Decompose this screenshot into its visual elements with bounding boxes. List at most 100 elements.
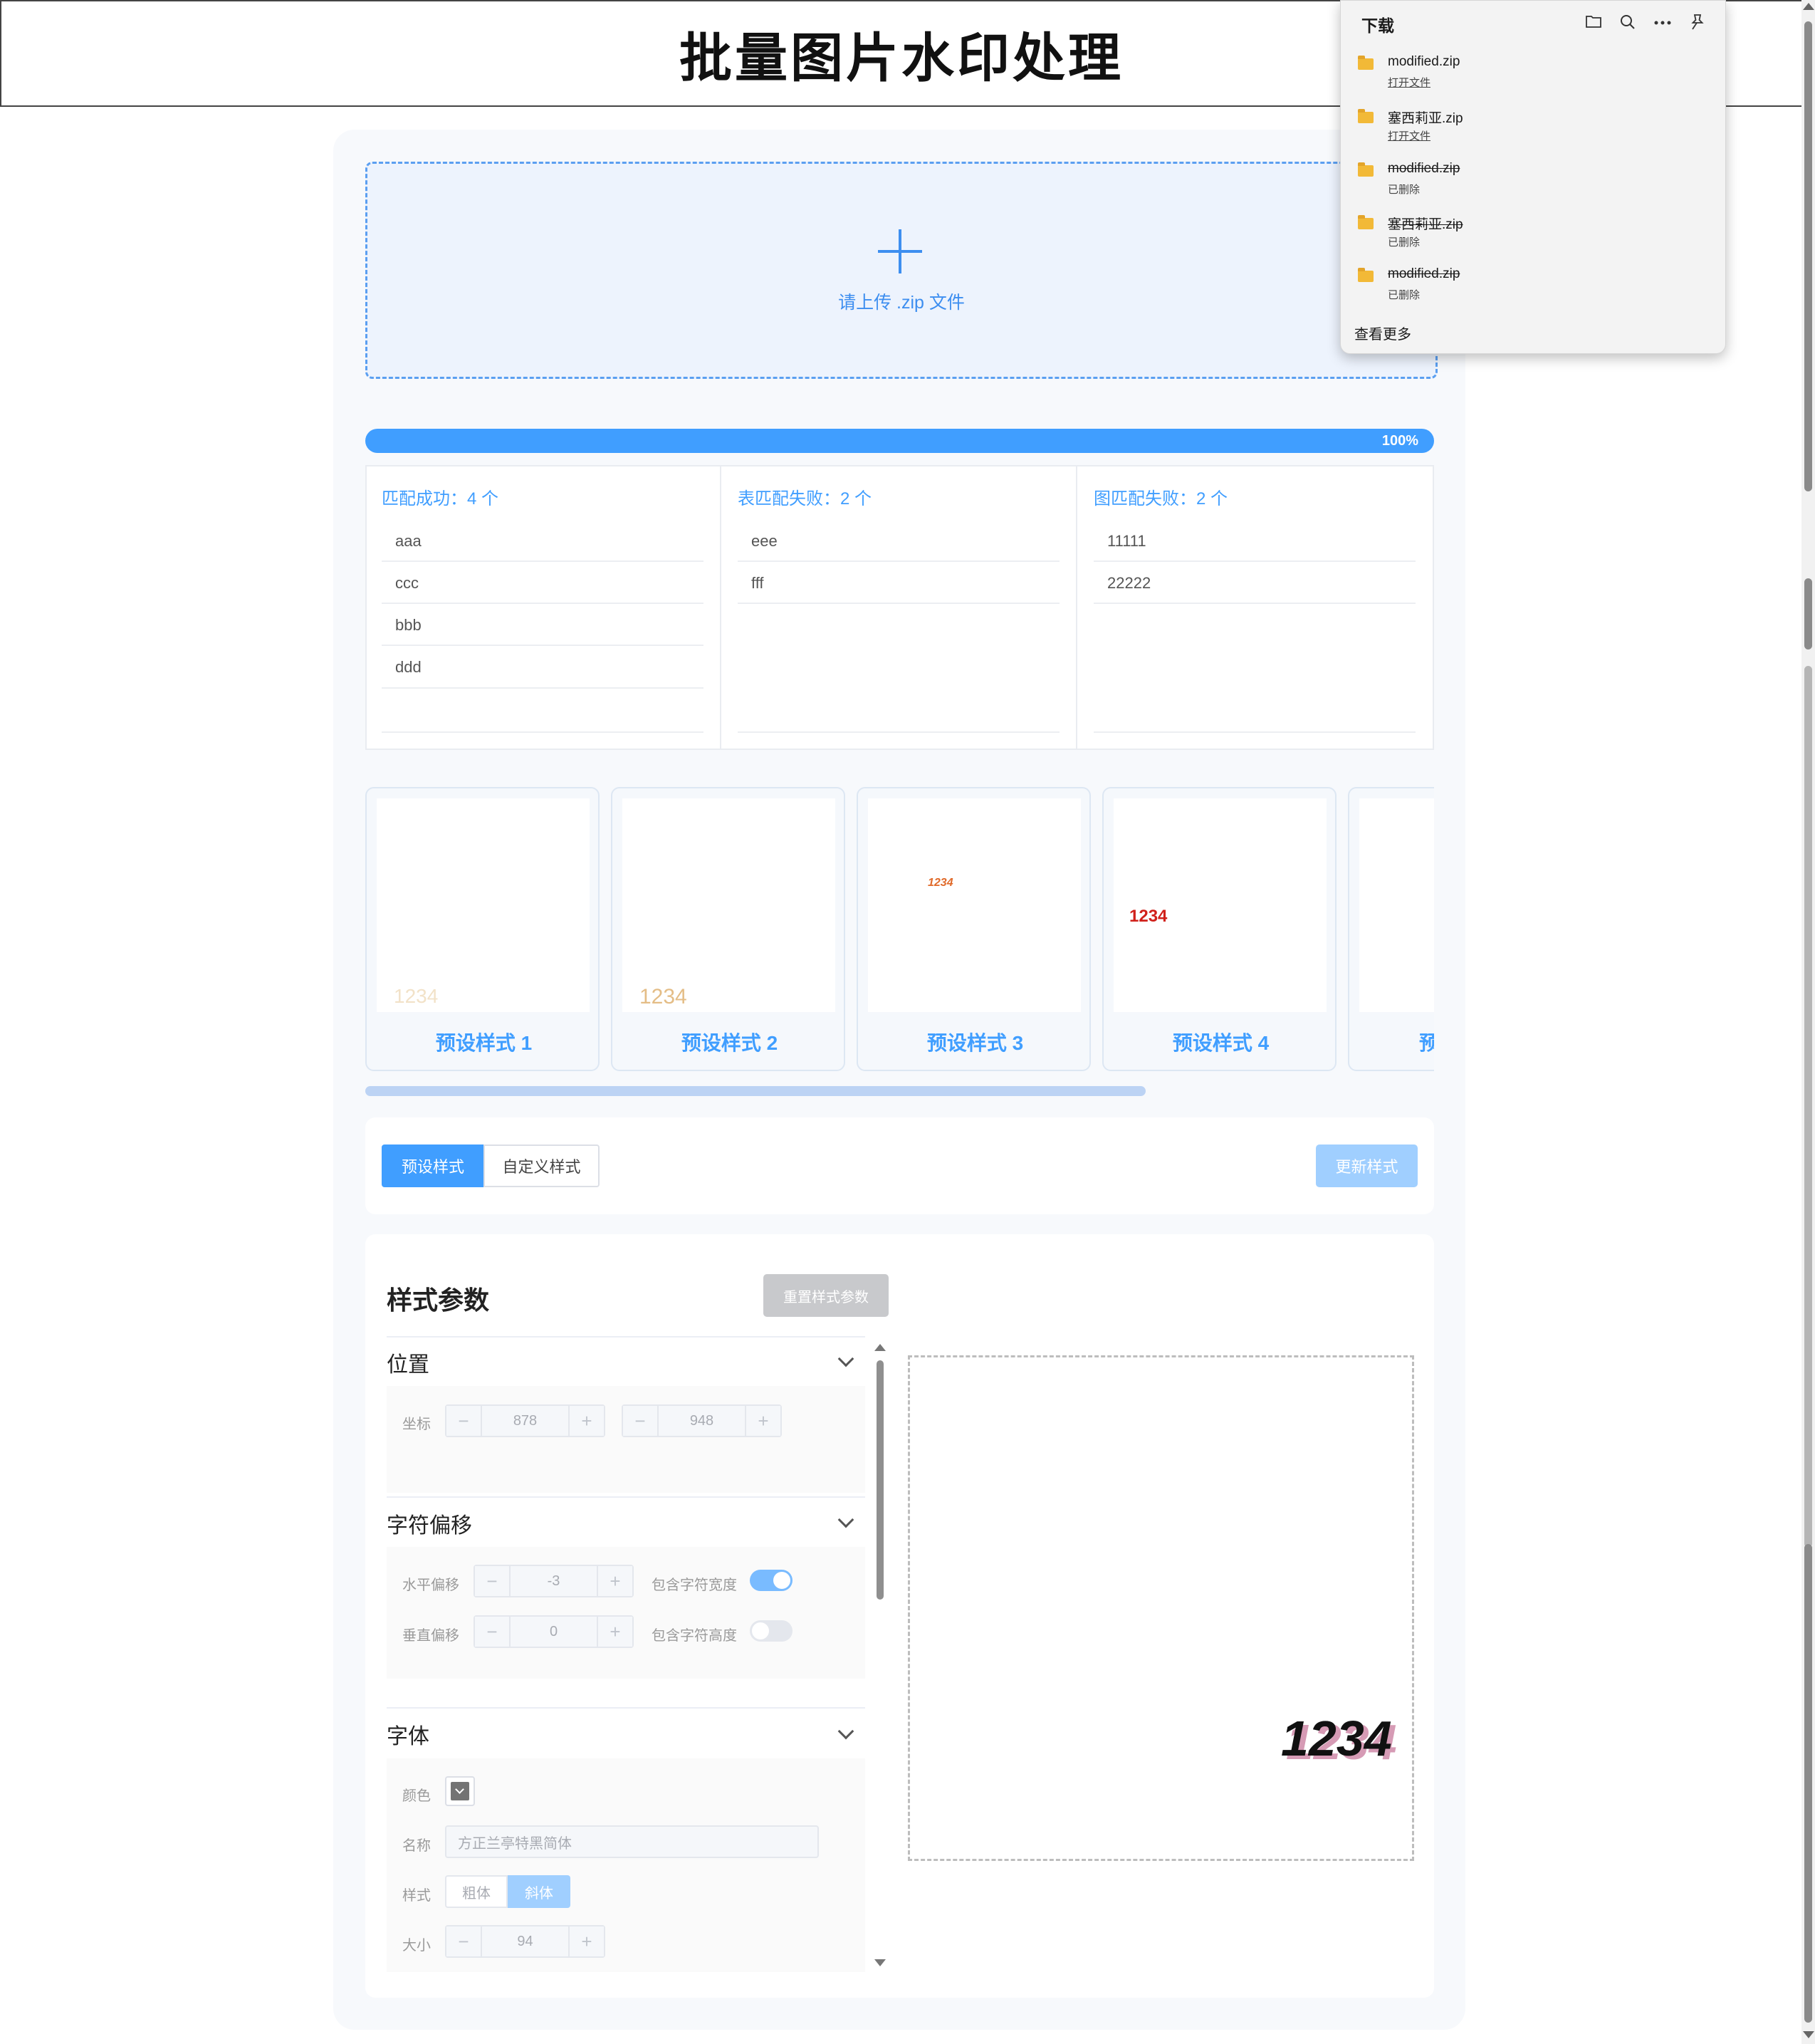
font-size-stepper[interactable]: − 94 + [445, 1925, 605, 1958]
include-width-toggle[interactable] [750, 1570, 793, 1591]
include-height-label: 包含字符高度 [652, 1628, 737, 1644]
list-item: aaa [395, 532, 422, 550]
download-name: 塞西莉亚.zip [1388, 217, 1463, 232]
coord-x-value[interactable]: 878 [482, 1406, 568, 1436]
divider [738, 731, 1060, 733]
update-style-button[interactable]: 更新样式 [1316, 1144, 1418, 1187]
v-offset-value[interactable]: 0 [511, 1617, 597, 1647]
list-item: ccc [395, 574, 419, 592]
font-name-input[interactable]: 方正兰亭特黑简体 [445, 1825, 819, 1858]
reset-params-button[interactable]: 重置样式参数 [763, 1274, 889, 1317]
h-offset-stepper[interactable]: − -3 + [474, 1565, 634, 1597]
carousel-scrollbar[interactable] [365, 1086, 1146, 1096]
coord-y-stepper[interactable]: − 948 + [622, 1404, 782, 1437]
list-item: eee [751, 532, 778, 550]
h-offset-value[interactable]: -3 [511, 1566, 597, 1596]
coord-x-stepper[interactable]: − 878 + [445, 1404, 605, 1437]
tab-custom-style[interactable]: 自定义样式 [483, 1144, 600, 1187]
scrollbar-thumb[interactable] [1804, 666, 1812, 1548]
plus-icon[interactable]: + [568, 1926, 604, 1956]
include-height-toggle[interactable] [750, 1620, 793, 1642]
preset-thumbnail: 1234 [1114, 798, 1327, 1012]
plus-icon[interactable]: + [568, 1406, 604, 1436]
download-name: 塞西莉亚.zip [1388, 111, 1463, 126]
preset-label: 预 [1419, 1032, 1434, 1054]
divider [387, 1707, 865, 1709]
image-fail-title: 图匹配失败：2 个 [1094, 489, 1228, 509]
font-size-value[interactable]: 94 [482, 1926, 568, 1956]
preset-label: 预设样式 1 [435, 1032, 533, 1054]
toggle-knob [773, 1572, 790, 1589]
more-icon[interactable] [1653, 20, 1672, 26]
section-title-font[interactable]: 字体 [387, 1719, 429, 1750]
preset-card-3[interactable]: 1234 预设样式 3 [857, 787, 1091, 1071]
download-status[interactable]: 打开文件 [1388, 75, 1430, 90]
divider [387, 1496, 865, 1498]
minus-icon[interactable]: − [623, 1406, 659, 1436]
minus-icon[interactable]: − [446, 1926, 482, 1956]
section-title-position[interactable]: 位置 [387, 1347, 429, 1378]
minus-icon[interactable]: − [475, 1617, 511, 1647]
preset-card-2[interactable]: 1234 预设样式 2 [611, 787, 845, 1071]
list-item: 11111 [1107, 532, 1146, 550]
params-title: 样式参数 [387, 1286, 490, 1315]
preset-label: 预设样式 4 [1172, 1032, 1270, 1054]
folder-icon [1358, 109, 1374, 123]
font-color-picker[interactable] [445, 1776, 475, 1806]
preset-card-4[interactable]: 1234 预设样式 4 [1102, 787, 1337, 1071]
divider [1094, 731, 1416, 733]
watermark-text: 1234 [928, 877, 953, 889]
download-status[interactable]: 打开文件 [1388, 128, 1430, 143]
list-item: bbb [395, 616, 422, 634]
scrollbar-thumb[interactable] [1804, 21, 1812, 491]
watermark-text: 1234 [639, 985, 687, 1008]
watermark-text: 1234 [1129, 907, 1168, 926]
download-name: modified.zip [1388, 161, 1460, 176]
preset-card-1[interactable]: 1234 预设样式 1 [365, 787, 600, 1071]
folder-icon [1358, 56, 1374, 70]
params-scrollbar[interactable] [877, 1360, 884, 1600]
divider [382, 687, 703, 689]
chevron-down-icon [451, 1782, 469, 1800]
v-offset-stepper[interactable]: − 0 + [474, 1615, 634, 1648]
scroll-down-icon[interactable] [1803, 2031, 1814, 2038]
chevron-down-icon[interactable] [837, 1723, 854, 1740]
divider [738, 560, 1060, 562]
scroll-up-icon[interactable] [874, 1344, 886, 1351]
italic-button[interactable]: 斜体 [508, 1875, 570, 1908]
match-success-title: 匹配成功：4 个 [382, 489, 499, 509]
folder-icon[interactable] [1585, 14, 1602, 29]
divider [1094, 560, 1416, 562]
include-width-label: 包含字符宽度 [652, 1578, 737, 1593]
preset-label: 预设样式 3 [926, 1032, 1024, 1054]
section-title-char-offset[interactable]: 字符偏移 [387, 1508, 472, 1539]
chevron-down-icon[interactable] [837, 1350, 854, 1367]
watermark-preview [908, 1355, 1414, 1861]
see-more-link[interactable]: 查看更多 [1354, 323, 1411, 343]
folder-icon [1358, 215, 1374, 229]
scroll-down-icon[interactable] [874, 1959, 886, 1966]
scrollbar-thumb[interactable] [1804, 1544, 1812, 2023]
bold-button[interactable]: 粗体 [445, 1875, 508, 1908]
plus-icon[interactable]: + [597, 1566, 632, 1596]
scrollbar-thumb[interactable] [1804, 578, 1812, 650]
preset-card-5[interactable]: 预 [1348, 787, 1434, 1071]
font-color-label: 颜色 [402, 1788, 431, 1804]
coord-y-value[interactable]: 948 [659, 1406, 745, 1436]
minus-icon[interactable]: − [446, 1406, 482, 1436]
search-icon[interactable] [1619, 14, 1636, 31]
tab-preset-style[interactable]: 预设样式 [382, 1144, 484, 1187]
divider [1094, 603, 1416, 604]
divider [382, 731, 703, 733]
progress-label: 100% [1381, 433, 1418, 449]
scroll-up-icon[interactable] [1803, 3, 1814, 10]
pin-icon[interactable] [1688, 13, 1705, 31]
chevron-down-icon[interactable] [837, 1511, 854, 1528]
minus-icon[interactable]: − [475, 1566, 511, 1596]
divider [382, 645, 703, 646]
plus-icon[interactable]: + [597, 1617, 632, 1647]
plus-icon[interactable]: + [745, 1406, 780, 1436]
preset-thumbnail [1359, 798, 1434, 1012]
font-name-label: 名称 [402, 1838, 431, 1854]
params-scroll-area: 位置 坐标 − 878 + − 948 + 字符偏移 水平偏移 − -3 + 包… [381, 1334, 865, 1978]
